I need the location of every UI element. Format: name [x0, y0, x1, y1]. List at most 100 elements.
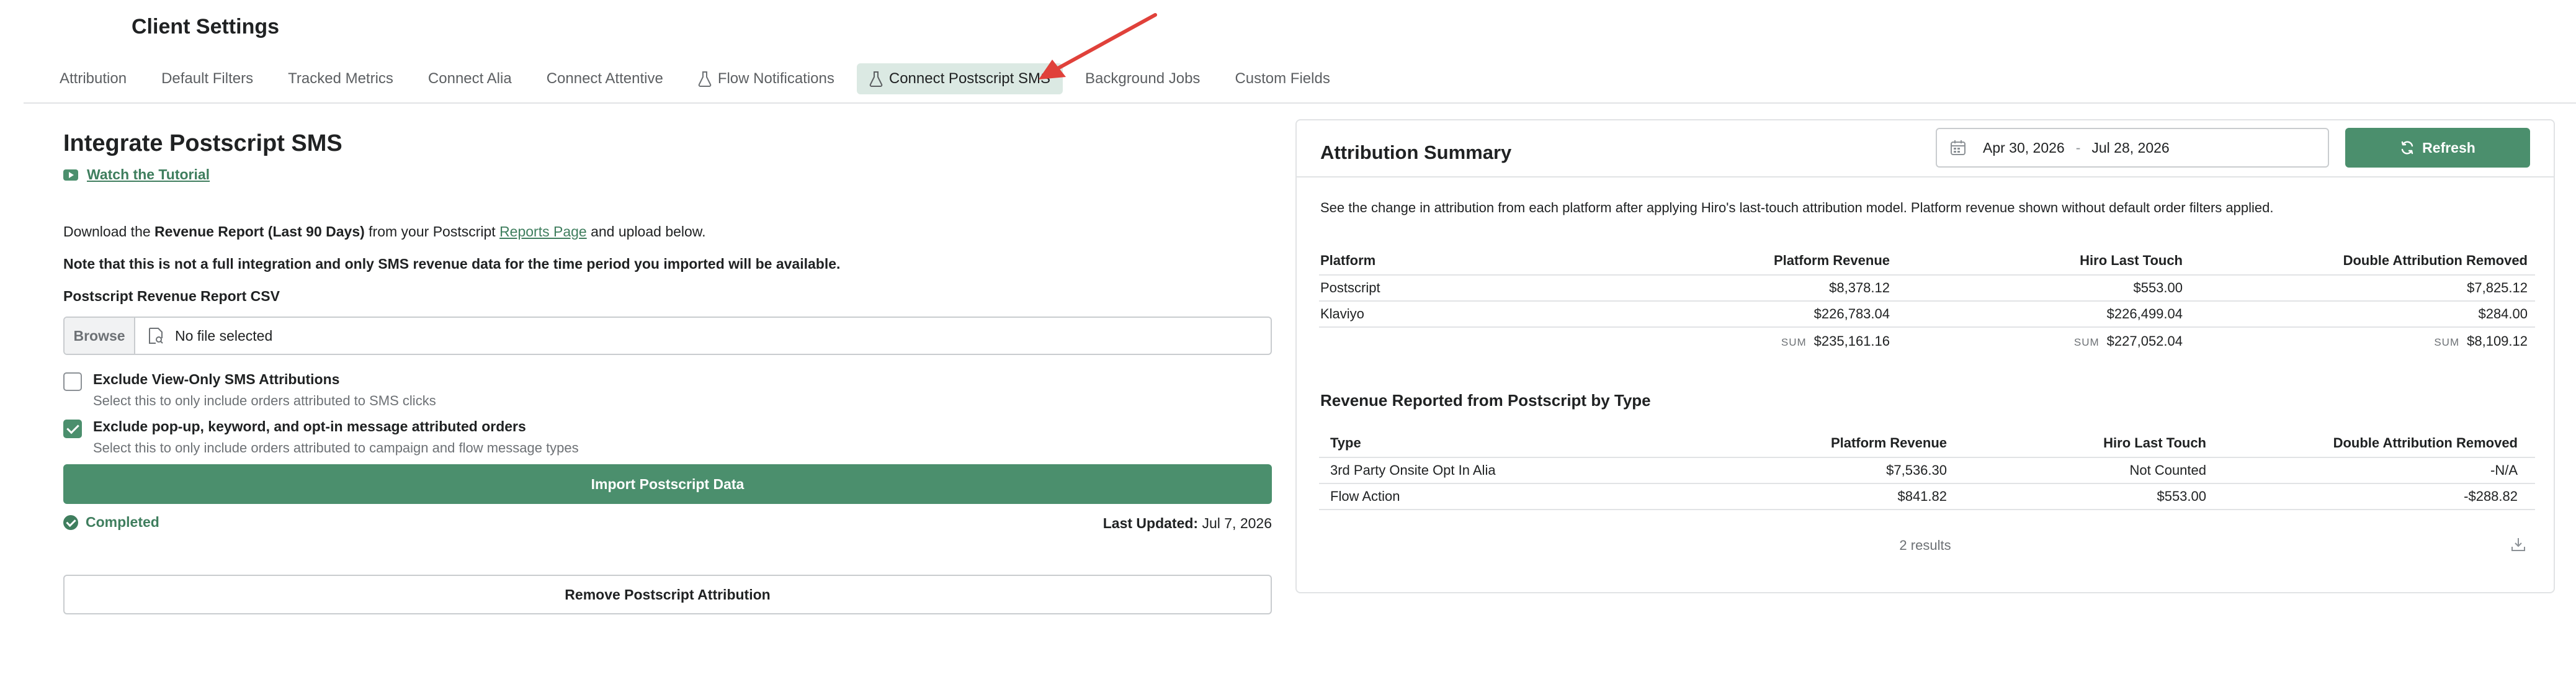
table-cell: $226,499.04: [2106, 306, 2183, 321]
tab-flow-notifications[interactable]: Flow Notifications: [686, 63, 847, 94]
calendar-icon: [1951, 140, 1966, 155]
exclude-view-only-checkbox[interactable]: [63, 372, 82, 391]
exclude-popup-checkbox[interactable]: [63, 420, 82, 438]
date-range-picker[interactable]: Apr 30, 2026 - Jul 28, 2026: [1936, 128, 2329, 168]
csv-file-input[interactable]: Browse No file selected: [63, 317, 1272, 355]
table-sum-row: SUM $235,161.16 SUM $227,052.04 SUM $8,109.…: [1319, 328, 2535, 355]
sum-cell: SUM $8,109.12: [2434, 333, 2528, 349]
checkbox-help: Select this to only include orders attri…: [93, 393, 436, 408]
table-cell: $284.00: [2478, 306, 2528, 321]
tab-attribution[interactable]: Attribution: [47, 63, 139, 94]
tab-label: Attribution: [60, 70, 127, 87]
tab-label: Background Jobs: [1085, 70, 1201, 87]
table-header-row: Type Platform Revenue Hiro Last Touch Do…: [1319, 429, 2535, 458]
tab-connect-postscript-sms[interactable]: Connect Postscript SMS: [856, 63, 1063, 94]
status-badge: Completed: [63, 514, 159, 531]
tutorial-label: Watch the Tutorial: [87, 166, 210, 182]
tab-connect-attentive[interactable]: Connect Attentive: [534, 63, 676, 94]
date-separator: -: [2075, 139, 2081, 156]
table-cell: $7,825.12: [2467, 280, 2528, 295]
csv-field-label: Postscript Revenue Report CSV: [63, 288, 280, 304]
table-cell: 3rd Party Onsite Opt In Alia: [1330, 462, 1496, 478]
revenue-by-type-title: Revenue Reported from Postscript by Type: [1320, 391, 1651, 410]
tab-label: Flow Notifications: [717, 70, 834, 87]
table-cell: $553.00: [2157, 488, 2206, 504]
tab-connect-alia[interactable]: Connect Alia: [416, 63, 524, 94]
refresh-button[interactable]: Refresh: [2345, 128, 2530, 168]
refresh-label: Refresh: [2422, 139, 2475, 156]
sum-value: $8,109.12: [2467, 333, 2528, 349]
tabs-divider: [24, 102, 2576, 104]
table-cell: Flow Action: [1330, 488, 1400, 504]
tab-label: Connect Attentive: [546, 70, 663, 87]
desc-prefix: Download the: [63, 223, 155, 240]
tab-label: Connect Alia: [427, 70, 512, 87]
tab-label: Custom Fields: [1235, 70, 1330, 87]
remove-attribution-button[interactable]: Remove Postscript Attribution: [63, 575, 1272, 614]
flask-icon: [698, 71, 712, 87]
col-header: Type: [1330, 435, 1361, 451]
browse-button[interactable]: Browse: [65, 318, 135, 354]
table-cell: $226,783.04: [1813, 306, 1890, 321]
desc-report-name: Revenue Report (Last 90 Days): [154, 223, 365, 240]
tab-label: Connect Postscript SMS: [888, 70, 1050, 87]
attribution-description: See the change in attribution from each …: [1320, 200, 2274, 215]
sum-cell: SUM $227,052.04: [2074, 333, 2183, 349]
watch-tutorial-link[interactable]: Watch the Tutorial: [63, 166, 210, 183]
table-cell: -N/A: [2490, 462, 2518, 478]
card-header: Attribution Summary Apr 30, 2026 - Jul 2…: [1297, 120, 2554, 177]
sum-value: $235,161.16: [1813, 333, 1890, 349]
results-count: 2 results: [1899, 537, 1951, 553]
flask-icon: [869, 71, 883, 87]
download-instructions: Download the Revenue Report (Last 90 Day…: [63, 223, 706, 240]
table-header-row: Platform Platform Revenue Hiro Last Touc…: [1319, 247, 2535, 276]
table-cell: $553.00: [2133, 280, 2183, 295]
integrate-title: Integrate Postscript SMS: [63, 130, 342, 156]
tab-custom-fields[interactable]: Custom Fields: [1222, 63, 1342, 94]
table-row: 3rd Party Onsite Opt In Alia $7,536.30 N…: [1319, 458, 2535, 484]
tab-default-filters[interactable]: Default Filters: [149, 63, 266, 94]
table-cell: Postscript: [1320, 280, 1380, 295]
col-header: Platform Revenue: [1773, 253, 1890, 268]
status-text: Completed: [86, 514, 159, 530]
table-cell: $7,536.30: [1886, 462, 1947, 478]
file-status: No file selected: [175, 327, 273, 344]
table-cell: Klaviyo: [1320, 306, 1364, 321]
table-cell: $841.82: [1897, 488, 1947, 504]
integration-note: Note that this is not a full integration…: [63, 256, 841, 272]
table-cell: $8,378.12: [1829, 280, 1890, 295]
sum-label: SUM: [2434, 336, 2460, 348]
revenue-by-type-table: Type Platform Revenue Hiro Last Touch Do…: [1319, 429, 2535, 510]
exclude-view-only-option: Exclude View-Only SMS Attributions Selec…: [63, 371, 436, 409]
table-row: Flow Action $841.82 $553.00 -$288.82: [1319, 484, 2535, 510]
tab-background-jobs[interactable]: Background Jobs: [1073, 63, 1212, 94]
desc-suffix: and upload below.: [586, 223, 706, 240]
sum-label: SUM: [1781, 336, 1807, 348]
col-header: Hiro Last Touch: [2103, 435, 2206, 451]
sum-label: SUM: [2073, 336, 2100, 348]
last-updated-value: Jul 7, 2026: [1202, 515, 1272, 531]
attribution-summary-title: Attribution Summary: [1320, 142, 1512, 163]
tab-tracked-metrics[interactable]: Tracked Metrics: [275, 63, 406, 94]
video-icon: [63, 169, 78, 181]
col-header: Double Attribution Removed: [2333, 435, 2518, 451]
settings-tabs: Attribution Default Filters Tracked Metr…: [47, 63, 1353, 94]
desc-middle: from your Postscript: [364, 223, 500, 240]
reports-page-link[interactable]: Reports Page: [499, 223, 587, 240]
col-header: Platform Revenue: [1830, 435, 1947, 451]
col-header: Double Attribution Removed: [2343, 253, 2528, 268]
col-header: Platform: [1320, 253, 1376, 268]
checkbox-title: Exclude View-Only SMS Attributions: [93, 371, 340, 387]
last-updated: Last Updated: Jul 7, 2026: [1103, 515, 1272, 532]
check-circle-icon: [63, 514, 78, 530]
tab-label: Tracked Metrics: [288, 70, 393, 87]
import-postscript-button[interactable]: Import Postscript Data: [63, 464, 1272, 504]
table-row: Klaviyo $226,783.04 $226,499.04 $284.00: [1319, 302, 2535, 328]
download-icon[interactable]: [2510, 536, 2526, 552]
page-title: Client Settings: [132, 15, 280, 38]
date-start: Apr 30, 2026: [1983, 139, 2065, 156]
platform-table: Platform Platform Revenue Hiro Last Touc…: [1319, 247, 2535, 355]
last-updated-label: Last Updated:: [1102, 515, 1199, 531]
table-row: Postscript $8,378.12 $553.00 $7,825.12: [1319, 276, 2535, 302]
table-cell: Not Counted: [2129, 462, 2206, 478]
